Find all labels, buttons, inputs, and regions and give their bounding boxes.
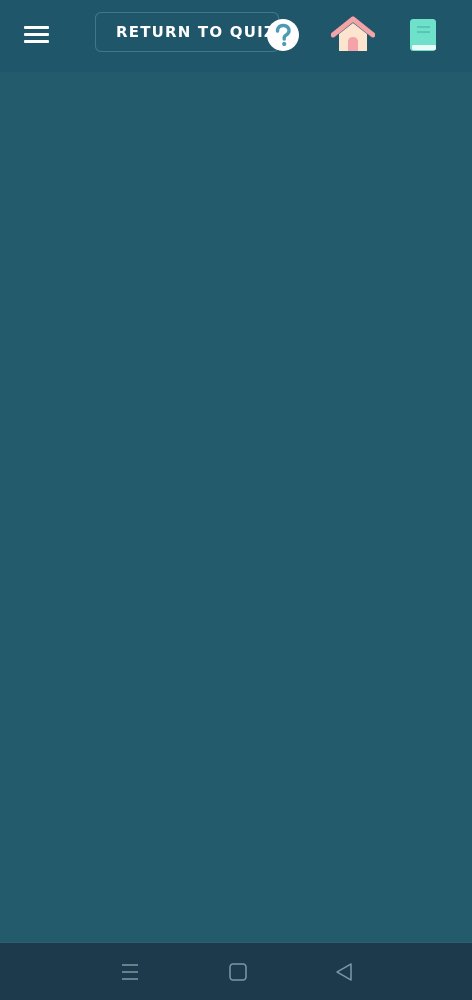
menu-icon-line [24, 26, 49, 29]
question-mark-icon[interactable] [266, 18, 300, 52]
top-app-bar: RETURN TO QUIZ [0, 0, 472, 72]
book-icon[interactable] [408, 18, 438, 52]
hamburger-menu-button[interactable] [20, 20, 54, 50]
main-content-area [0, 72, 472, 942]
house-icon[interactable] [331, 16, 375, 54]
menu-icon-line [24, 33, 49, 36]
system-navigation-bar [0, 942, 472, 1000]
recent-apps-icon[interactable] [115, 957, 145, 987]
menu-icon-line [24, 40, 49, 43]
home-square-icon[interactable] [223, 957, 253, 987]
back-triangle-icon[interactable] [329, 957, 359, 987]
return-to-quiz-button[interactable]: RETURN TO QUIZ [95, 12, 279, 52]
